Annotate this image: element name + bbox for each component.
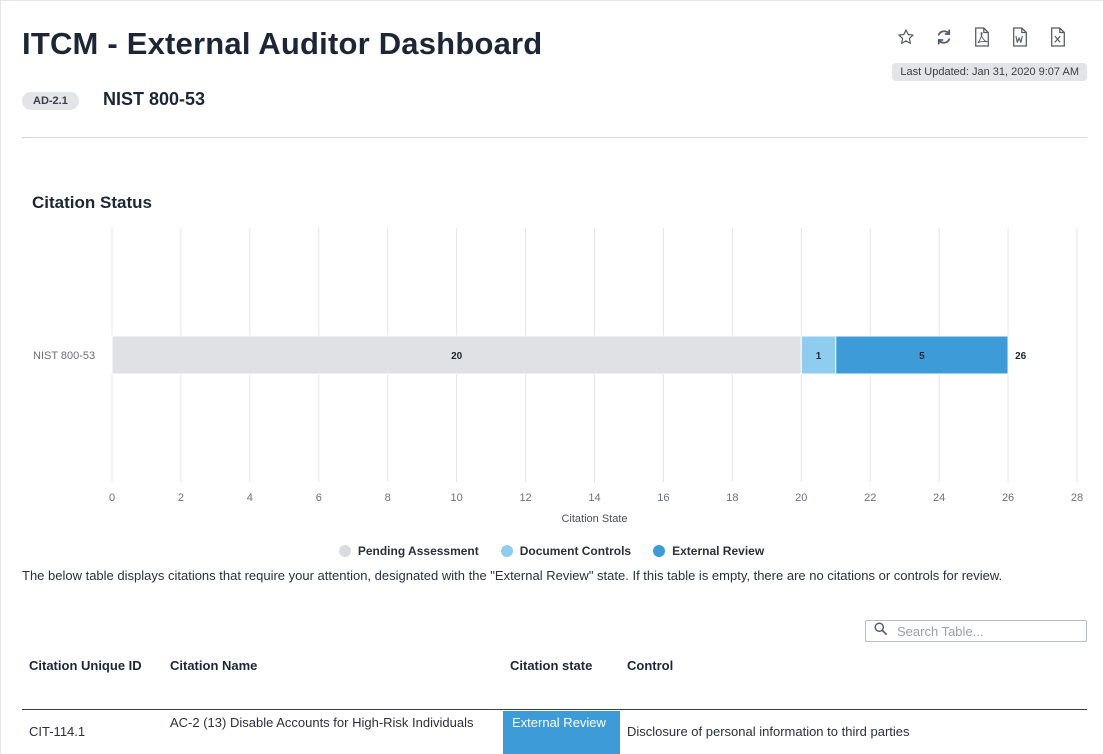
last-updated-badge: Last Updated: Jan 31, 2020 9:07 AM xyxy=(892,63,1087,81)
page-subtitle: NIST 800-53 xyxy=(103,89,206,109)
x-tick-label: 24 xyxy=(933,492,945,504)
pdf-icon[interactable] xyxy=(971,26,993,48)
refresh-icon[interactable] xyxy=(933,26,955,48)
legend-swatch xyxy=(500,545,513,557)
x-tick-label: 22 xyxy=(864,492,876,504)
legend-label: Pending Assessment xyxy=(357,544,479,558)
x-tick-label: 2 xyxy=(178,492,184,504)
legend-swatch xyxy=(338,545,351,557)
y-category-label: NIST 800-53 xyxy=(33,350,95,362)
x-tick-label: 18 xyxy=(726,492,738,504)
x-tick-label: 28 xyxy=(1071,492,1083,504)
table-row[interactable]: CIT-114.1 AC-2 (13) Disable Accounts for… xyxy=(22,711,1087,754)
legend-swatch xyxy=(653,545,666,557)
x-tick-label: 0 xyxy=(109,492,115,504)
cell-citation-id: CIT-114.1 xyxy=(29,724,86,739)
x-tick-label: 20 xyxy=(795,492,807,504)
x-axis-label: Citation State xyxy=(561,513,627,525)
legend-label: External Review xyxy=(672,544,765,558)
x-tick-label: 26 xyxy=(1002,492,1014,504)
x-tick-label: 4 xyxy=(247,492,253,504)
excel-icon[interactable] xyxy=(1047,26,1069,48)
cell-citation-state: External Review xyxy=(503,711,620,754)
cell-citation-name: AC-2 (13) Disable Accounts for High-Risk… xyxy=(170,715,474,730)
bar-data-label: 1 xyxy=(816,351,822,362)
legend-label: Document Controls xyxy=(519,544,632,558)
column-header-citation-name[interactable]: Citation Name xyxy=(170,658,257,673)
x-tick-label: 14 xyxy=(588,492,600,504)
x-tick-label: 10 xyxy=(451,492,463,504)
search-box[interactable] xyxy=(865,620,1087,642)
x-tick-label: 16 xyxy=(657,492,669,504)
header-divider xyxy=(22,137,1087,138)
x-tick-label: 8 xyxy=(385,492,391,504)
word-icon[interactable] xyxy=(1009,26,1031,48)
table-header: Citation Unique ID Citation Name Citatio… xyxy=(22,644,1087,710)
dashboard-tag: AD-2.1 xyxy=(22,92,79,110)
search-input[interactable] xyxy=(897,623,1067,639)
table-description: The below table displays citations that … xyxy=(22,568,1003,583)
bar-data-label: 5 xyxy=(919,351,925,362)
section-title: Citation Status xyxy=(32,193,152,212)
bar-total-label: 26 xyxy=(1015,351,1027,362)
citation-status-chart: 0 2 4 6 8 10 12 14 16 18 20 22 24 26 28Citation StateN… xyxy=(33,228,1083,525)
column-header-control[interactable]: Control xyxy=(627,658,673,673)
bar-data-label: 20 xyxy=(451,351,463,362)
column-header-citation-id[interactable]: Citation Unique ID xyxy=(29,658,142,673)
x-tick-label: 12 xyxy=(519,492,531,504)
legend-item[interactable]: External Review xyxy=(653,544,764,558)
chart-legend: Pending Assessment Document Controls Exter… xyxy=(0,544,1103,558)
legend-item[interactable]: Document Controls xyxy=(500,544,632,558)
page-title: ITCM - External Auditor Dashboard xyxy=(22,26,543,61)
search-icon xyxy=(874,622,887,640)
cell-control: Disclosure of personal information to th… xyxy=(627,724,910,739)
column-header-citation-state[interactable]: Citation state xyxy=(510,658,592,673)
toolbar xyxy=(895,26,1069,48)
x-tick-label: 6 xyxy=(316,492,322,504)
legend-item[interactable]: Pending Assessment xyxy=(338,544,479,558)
star-icon[interactable] xyxy=(895,26,917,48)
